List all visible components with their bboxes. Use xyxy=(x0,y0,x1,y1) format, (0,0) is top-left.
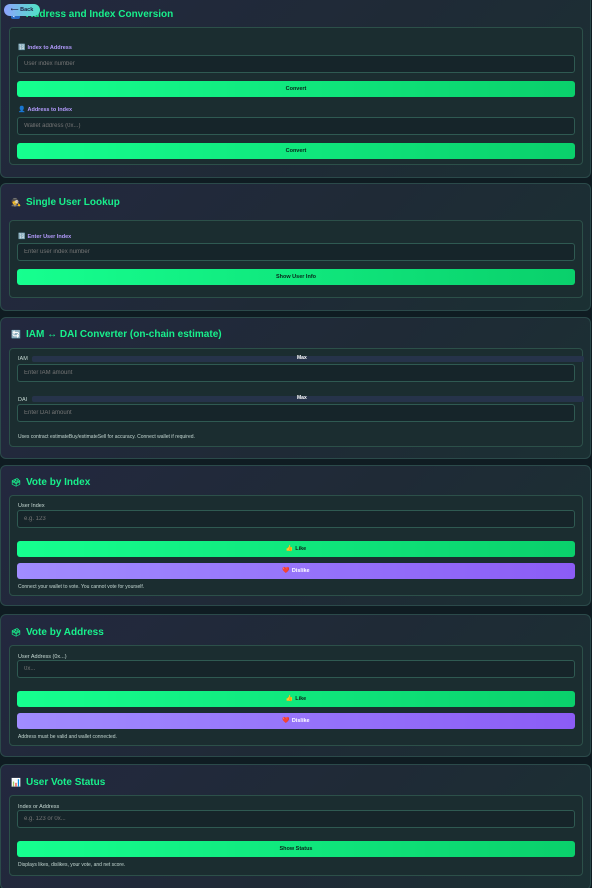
vote-status-input[interactable] xyxy=(17,810,575,828)
back-button[interactable]: ⟵ Back xyxy=(4,4,40,16)
dislike-index-button[interactable]: ❤️ Dislike xyxy=(17,563,575,579)
thumbs-up-icon: 👍 xyxy=(285,546,294,552)
single-lookup-card: 🔢Enter User Index Show User Info xyxy=(9,220,583,298)
lookup-index-input[interactable] xyxy=(17,243,575,261)
vote-index-label: User Index xyxy=(18,503,45,509)
show-user-info-button[interactable]: Show User Info xyxy=(17,269,575,285)
vote-address-section: 🗳 Vote by Address User Address (0x...) 👍… xyxy=(0,614,591,757)
single-lookup-section: 🕵 Single User Lookup 🔢Enter User Index S… xyxy=(0,183,591,311)
single-lookup-title-text: Single User Lookup xyxy=(26,197,120,208)
address-index-card: 🔢Index to Address Convert 👤Address to In… xyxy=(9,27,583,165)
vote-index-title: 🗳 Vote by Index xyxy=(11,477,90,488)
page: ⇄ Address and Index Conversion 🔢Index to… xyxy=(0,0,592,888)
iam-max-button[interactable]: Max xyxy=(297,355,307,361)
converter-title: 🔄 IAM ↔ DAI Converter (on-chain estimate… xyxy=(11,329,222,340)
bar-chart-icon: 📊 xyxy=(11,778,21,787)
numbers-icon: 🔢 xyxy=(18,234,26,240)
vote-address-title: 🗳 Vote by Address xyxy=(11,627,104,638)
vote-index-card: User Index 👍Like ❤️Dislike Connect your … xyxy=(9,495,583,596)
converter-title-text: IAM ↔ DAI Converter (on-chain estimate) xyxy=(26,329,222,340)
iam-max-bar[interactable] xyxy=(32,356,584,362)
swap-icon: 🔄 xyxy=(11,330,21,339)
vote-index-input[interactable] xyxy=(17,510,575,528)
address-input[interactable] xyxy=(17,117,575,135)
heart-icon: ❤️ xyxy=(282,568,290,574)
thumbs-up-icon: 👍 xyxy=(285,696,294,702)
vote-address-title-text: Vote by Address xyxy=(26,627,104,638)
dai-max-bar[interactable] xyxy=(32,396,584,402)
person-icon: 👤 xyxy=(18,107,26,113)
single-lookup-title: 🕵 Single User Lookup xyxy=(11,197,120,208)
vote-status-title: 📊 User Vote Status xyxy=(11,777,105,788)
vote-index-section: 🗳 Vote by Index User Index 👍Like ❤️Disli… xyxy=(0,465,591,606)
vote-status-note: Displays likes, dislikes, your vote, and… xyxy=(18,862,126,868)
convert-address-button[interactable]: Convert xyxy=(17,143,575,159)
vote-address-note: Address must be valid and wallet connect… xyxy=(18,734,117,740)
dislike-address-button[interactable]: ❤️ Dislike xyxy=(17,713,575,729)
address-index-section: ⇄ Address and Index Conversion 🔢Index to… xyxy=(0,0,591,178)
iam-label: IAM xyxy=(18,356,28,362)
detective-icon: 🕵 xyxy=(11,198,21,207)
dai-input[interactable] xyxy=(17,404,575,422)
heart-icon: ❤️ xyxy=(282,718,290,724)
vote-index-title-text: Vote by Index xyxy=(26,477,91,488)
vote-address-input[interactable] xyxy=(17,660,575,678)
ballot-box-icon: 🗳 xyxy=(11,478,22,487)
converter-section: 🔄 IAM ↔ DAI Converter (on-chain estimate… xyxy=(0,317,591,459)
address-index-title-text: Address and Index Conversion xyxy=(26,9,174,20)
dai-max-button[interactable]: Max xyxy=(297,395,307,401)
vote-index-note: Connect your wallet to vote. You cannot … xyxy=(18,584,145,590)
like-index-button[interactable]: 👍 Like xyxy=(17,541,575,557)
vote-status-card: Index or Address Show Status Displays li… xyxy=(9,795,583,876)
show-status-button[interactable]: Show Status xyxy=(17,841,575,857)
enter-index-label: 🔢 Enter User Index xyxy=(18,234,72,240)
vote-address-card: User Address (0x...) 👍Like ❤️Dislike Add… xyxy=(9,645,583,746)
dai-label: DAI xyxy=(18,397,28,403)
index-input[interactable] xyxy=(17,55,575,73)
converter-card: IAM Max DAI Max Uses contract estimateBu… xyxy=(9,348,584,447)
address-to-index-label: 👤 Address to Index xyxy=(18,107,73,113)
vote-status-section: 📊 User Vote Status Index or Address Show… xyxy=(0,764,591,888)
iam-input[interactable] xyxy=(17,364,575,382)
converter-note: Uses contract estimateBuy/estimateSell f… xyxy=(18,434,195,440)
numbers-icon: 🔢 xyxy=(18,45,26,51)
vote-status-title-text: User Vote Status xyxy=(26,777,106,788)
convert-index-button[interactable]: Convert xyxy=(17,81,575,97)
ballot-box-icon: 🗳 xyxy=(11,628,22,637)
index-to-address-label: 🔢 Index to Address xyxy=(18,45,72,51)
like-address-button[interactable]: 👍 Like xyxy=(17,691,575,707)
